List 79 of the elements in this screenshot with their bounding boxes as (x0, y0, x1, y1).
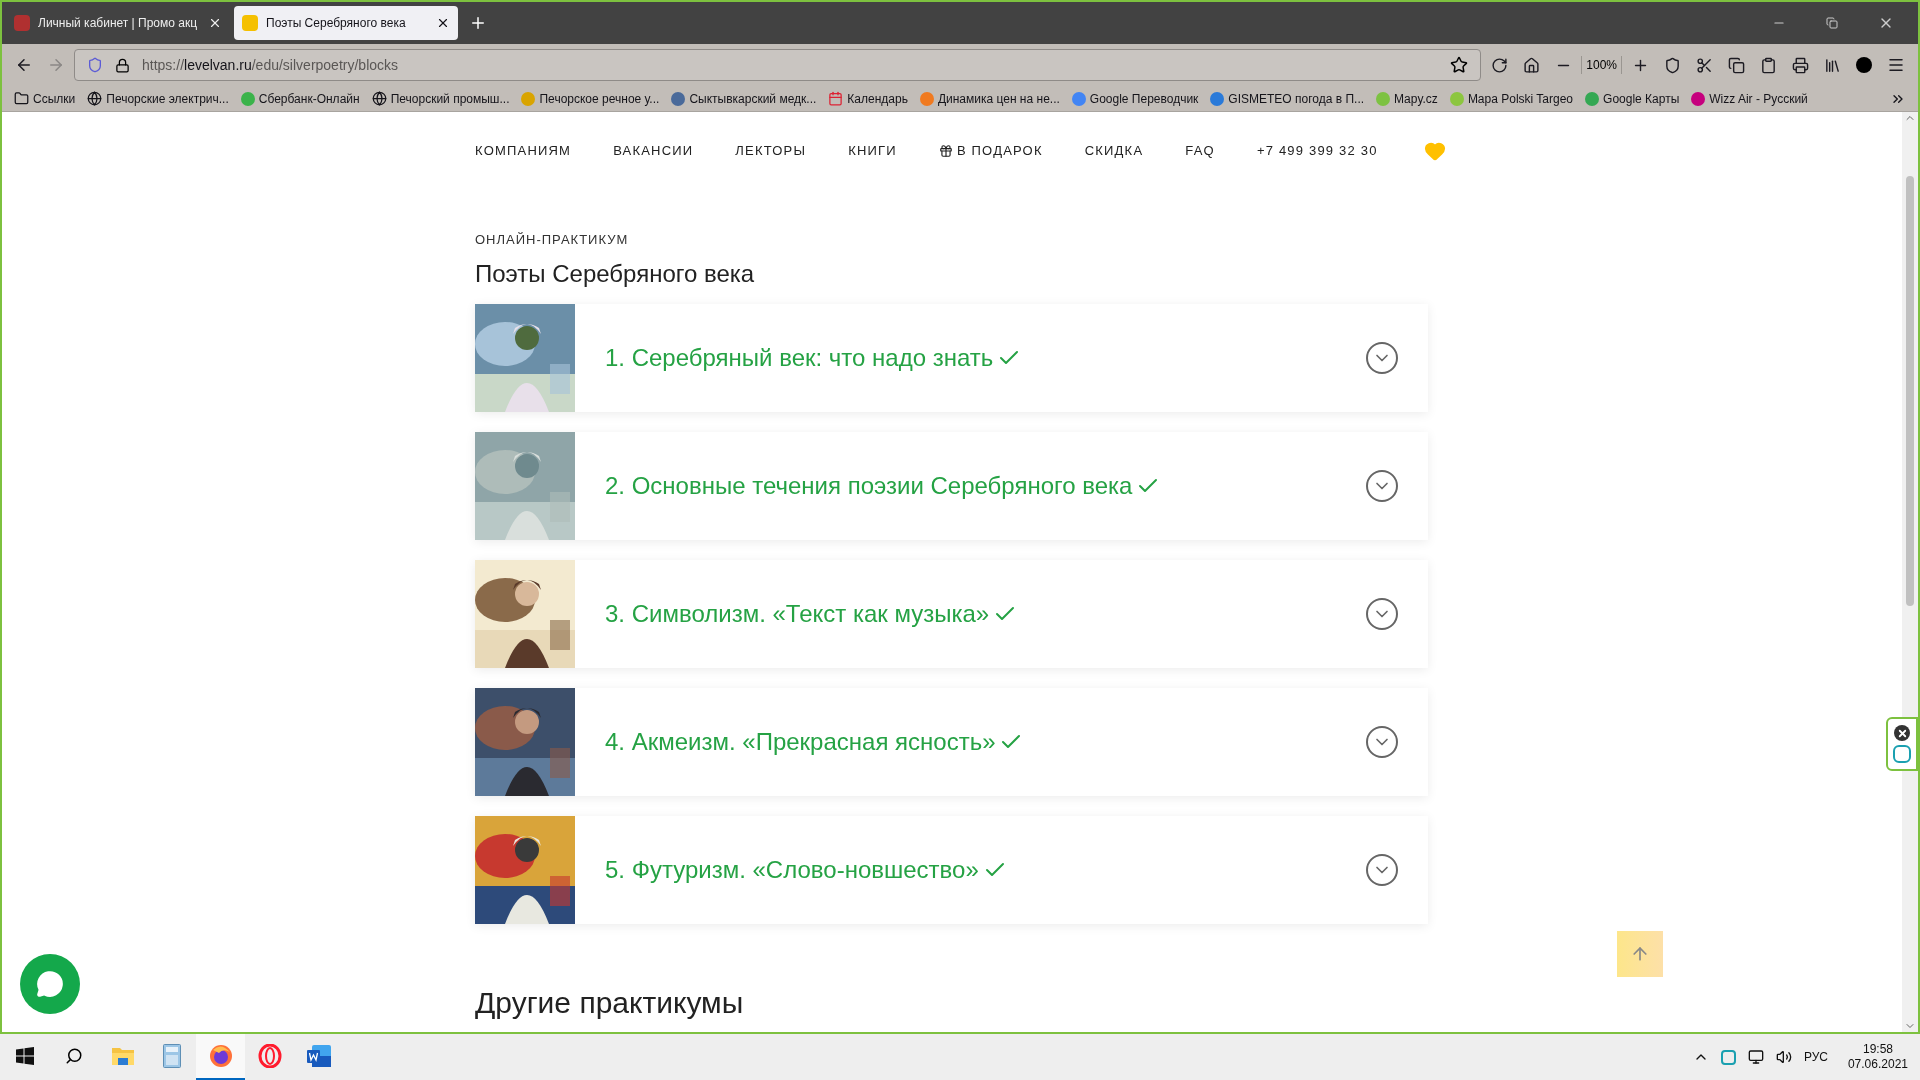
site-icon (521, 91, 536, 106)
nav-link[interactable]: FAQ (1185, 141, 1215, 161)
folder-icon[interactable] (110, 1045, 135, 1067)
page-heading: Поэты Серебряного века (475, 258, 755, 289)
bookmark-link[interactable]: Google Карты (1603, 89, 1680, 108)
site-icon (242, 15, 258, 31)
url-text: https://levelvan.ru/edu/silverpoetry/blocks (142, 55, 400, 75)
tab-title: Личный кабинет | Промо акц (38, 15, 199, 32)
calendar-icon (828, 91, 844, 106)
bookmark-link[interactable]: Печорское речное у... (539, 89, 660, 108)
bookmark-link[interactable]: Ссылки (33, 89, 76, 108)
section-label: ОНЛАЙН-ПРАКТИКУМ (475, 231, 629, 249)
eset-widget[interactable] (1886, 717, 1918, 771)
opera-icon[interactable] (257, 1044, 282, 1068)
bookmark-link[interactable]: Динамика цен на не... (937, 89, 1060, 108)
windows-logo-icon[interactable] (15, 1047, 34, 1065)
address-bar[interactable]: https://levelvan.ru/edu/silverpoetry/blocks (74, 49, 1482, 81)
bookmark-link[interactable]: Wizz Air - Русский (1709, 89, 1808, 108)
site-icon (671, 91, 686, 106)
close-icon[interactable] (1894, 725, 1910, 741)
nav-link[interactable]: ВАКАНСИИ (613, 141, 694, 161)
folder-icon (14, 91, 29, 106)
firefox-icon[interactable] (208, 1044, 233, 1068)
site-icon (1449, 91, 1464, 106)
bookmark-link[interactable]: Сыктывкарский медк... (689, 89, 817, 108)
site-icon (919, 91, 934, 106)
expand-button[interactable] (1366, 469, 1398, 502)
close-icon[interactable] (436, 16, 450, 30)
language-indicator[interactable]: РУС (1803, 1048, 1828, 1066)
site-icon (1585, 91, 1600, 106)
site-icon (240, 91, 255, 106)
scrollbar[interactable] (1902, 112, 1918, 1032)
site-icon (1376, 91, 1391, 106)
globe-icon (371, 91, 387, 106)
restore-icon[interactable] (1826, 17, 1838, 29)
volume-icon[interactable] (1775, 1049, 1792, 1065)
close-icon[interactable] (208, 16, 222, 30)
new-tab-icon[interactable] (469, 14, 487, 32)
network-icon[interactable] (1747, 1049, 1764, 1065)
nav-link[interactable]: ЛЕКТОРЫ (735, 141, 807, 161)
nav-link[interactable]: СКИДКА (1084, 141, 1144, 161)
shield-icon (87, 57, 103, 73)
section-heading: Другие практикумы (475, 984, 744, 1021)
bookmark-link[interactable]: Календарь (847, 89, 908, 108)
expand-button[interactable] (1366, 725, 1398, 758)
site-icon (1071, 91, 1086, 106)
chat-bubble-icon (36, 970, 64, 998)
globe-icon (87, 91, 103, 106)
bookmark-link[interactable]: Google Переводчик (1089, 89, 1199, 108)
bookmark-link[interactable]: GISMETEO погода в П... (1228, 89, 1365, 108)
star-icon[interactable] (1450, 56, 1469, 74)
bookmark-link[interactable]: Сбербанк-Онлайн (258, 89, 360, 108)
bookmark-link[interactable]: Печорский промыш... (390, 89, 510, 108)
expand-button[interactable] (1366, 597, 1398, 630)
site-icon (1691, 91, 1706, 106)
nav-link[interactable]: +7 499 399 32 30 (1256, 141, 1378, 161)
bookmark-link[interactable]: Mapy.cz (1394, 89, 1438, 108)
clock[interactable]: 19:58 07.06.2021 (1847, 1042, 1908, 1072)
browser-tab[interactable]: Поэты Серебряного века (234, 6, 458, 40)
bookmark-link[interactable]: Печорские электрич... (106, 89, 229, 108)
nav-link[interactable]: КОМПАНИЯМ (475, 141, 572, 161)
chat-button[interactable] (20, 954, 80, 1014)
search-icon[interactable] (64, 1047, 83, 1065)
eset-icon[interactable] (1720, 1049, 1736, 1065)
expand-button[interactable] (1366, 341, 1398, 374)
site-icon (1210, 91, 1225, 106)
tab-title: Поэты Серебряного века (266, 15, 407, 32)
nav-link[interactable]: В ПОДАРОК (938, 141, 1043, 161)
expand-button[interactable] (1366, 853, 1398, 886)
zoom-level[interactable]: 100% (1581, 56, 1622, 74)
nav-link[interactable]: КНИГИ (848, 141, 897, 161)
calculator-icon[interactable] (162, 1044, 181, 1068)
browser-tab[interactable]: Личный кабинет | Промо акц (6, 6, 230, 40)
scrollbar-thumb[interactable] (1906, 176, 1914, 606)
site-icon (14, 15, 30, 31)
gift-icon (938, 144, 953, 158)
lock-icon (115, 57, 130, 73)
word-icon[interactable] (305, 1044, 332, 1068)
bookmark-link[interactable]: Mapa Polski Targeo (1467, 89, 1574, 108)
